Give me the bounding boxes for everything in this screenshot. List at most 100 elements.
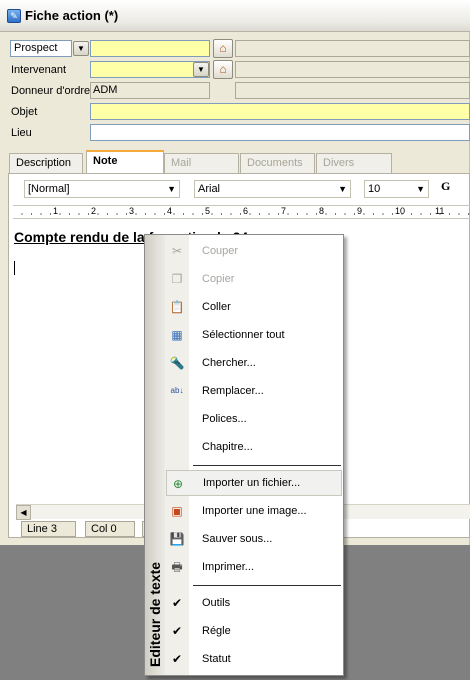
intervenant-field[interactable] bbox=[90, 61, 210, 78]
menu-item-outils[interactable]: ✔ Outils bbox=[166, 590, 342, 616]
status-line: Line 3 bbox=[21, 521, 76, 537]
select-all-icon: ▦ bbox=[171, 328, 183, 342]
menu-item-coller[interactable]: 📋 Coller bbox=[166, 294, 342, 320]
search-icon: 🔦 bbox=[169, 356, 185, 370]
prospect-select[interactable]: Prospect bbox=[10, 40, 72, 57]
menu-item-regle[interactable]: ✔ Régle bbox=[166, 618, 342, 644]
menu-separator bbox=[193, 585, 341, 586]
ruler-number: 11 bbox=[435, 206, 445, 216]
save-icon: 💾 bbox=[169, 532, 185, 546]
tab-divers-label: Divers bbox=[323, 157, 355, 169]
menu-item-remplacer[interactable]: ab↓ Remplacer... bbox=[166, 378, 342, 404]
tab-mail[interactable]: Mail bbox=[164, 153, 239, 173]
tab-note-label: Note bbox=[93, 155, 118, 167]
lieu-label: Lieu bbox=[11, 127, 32, 139]
paste-icon: 📋 bbox=[169, 300, 185, 314]
chevron-down-icon: ▼ bbox=[338, 184, 347, 194]
prospect-dropdown-button[interactable]: ▼ bbox=[73, 41, 89, 56]
prospect-home-icon[interactable]: ⌂ bbox=[213, 39, 233, 58]
status-col: Col 0 bbox=[85, 521, 135, 537]
menu-item-label: Copier bbox=[202, 273, 235, 285]
menu-item-polices[interactable]: Polices... bbox=[166, 406, 342, 432]
tab-description[interactable]: Description bbox=[9, 153, 83, 173]
app-icon: ✎ bbox=[7, 9, 21, 23]
prospect-detail-field bbox=[235, 40, 470, 57]
intervenant-home-icon[interactable]: ⌂ bbox=[213, 60, 233, 79]
bold-button[interactable]: G bbox=[441, 179, 450, 194]
tab-documents[interactable]: Documents bbox=[240, 153, 315, 173]
menu-item-label: Outils bbox=[202, 597, 231, 609]
menu-item-label: Remplacer... bbox=[202, 385, 264, 397]
menu-item-label: Couper bbox=[202, 245, 239, 257]
menu-item-chapitre[interactable]: Chapitre... bbox=[166, 434, 342, 460]
ruler-number: 10 bbox=[395, 206, 406, 216]
intervenant-dropdown-button[interactable]: ▼ bbox=[193, 62, 209, 77]
import-file-icon: ⊕ bbox=[172, 477, 184, 491]
ruler[interactable]: 1 2 3 4 5 6 7 8 9 10 11 bbox=[13, 205, 470, 219]
ruler-number: 8 bbox=[319, 206, 325, 216]
menu-item-imprimer[interactable]: 🖶 Imprimer... bbox=[166, 554, 342, 580]
menu-item-label: Polices... bbox=[202, 413, 247, 425]
donneur-detail-field bbox=[235, 82, 470, 99]
menu-sidebar: Editeur de texte bbox=[145, 235, 165, 675]
ruler-number: 6 bbox=[243, 206, 249, 216]
intervenant-detail-field bbox=[235, 61, 470, 78]
ruler-number: 9 bbox=[357, 206, 363, 216]
objet-label: Objet bbox=[11, 106, 38, 118]
menu-item-label: Imprimer... bbox=[202, 561, 254, 573]
donneur-value: ADM bbox=[93, 84, 118, 96]
style-select[interactable]: [Normal] ▼ bbox=[24, 180, 180, 198]
menu-item-label: Sélectionner tout bbox=[202, 329, 285, 341]
ruler-number: 3 bbox=[129, 206, 135, 216]
menu-item-label: Importer un fichier... bbox=[203, 477, 301, 489]
menu-item-label: Régle bbox=[202, 625, 231, 637]
menu-item-statut[interactable]: ✔ Statut bbox=[166, 646, 342, 672]
menu-item-label: Chapitre... bbox=[202, 441, 253, 453]
ruler-number: 2 bbox=[91, 206, 97, 216]
ruler-number: 5 bbox=[205, 206, 211, 216]
menu-item-label: Statut bbox=[202, 653, 231, 665]
menu-item-label: Chercher... bbox=[202, 357, 256, 369]
print-icon: 🖶 bbox=[171, 560, 183, 574]
donneur-label: Donneur d'ordre bbox=[11, 85, 91, 97]
context-menu: Editeur de texte ✂ Couper ❐ Copier 📋 Col… bbox=[144, 234, 344, 676]
menu-item-chercher[interactable]: 🔦 Chercher... bbox=[166, 350, 342, 376]
import-image-icon: ▣ bbox=[171, 504, 183, 518]
check-icon: ✔ bbox=[171, 596, 183, 610]
copy-icon: ❐ bbox=[171, 272, 183, 286]
font-select[interactable]: Arial ▼ bbox=[194, 180, 351, 198]
font-size-value: 10 bbox=[368, 183, 381, 195]
menu-item-label: Coller bbox=[202, 301, 231, 313]
tab-note[interactable]: Note bbox=[86, 150, 164, 174]
chevron-down-icon: ▼ bbox=[416, 184, 425, 194]
menu-item-importer-fichier[interactable]: ⊕ Importer un fichier... bbox=[166, 470, 342, 496]
tab-documents-label: Documents bbox=[247, 157, 303, 169]
menu-item-couper[interactable]: ✂ Couper bbox=[166, 238, 342, 264]
ruler-number: 1 bbox=[53, 206, 59, 216]
scissors-icon: ✂ bbox=[171, 244, 183, 258]
menu-item-sauver-sous[interactable]: 💾 Sauver sous... bbox=[166, 526, 342, 552]
lieu-field[interactable] bbox=[90, 124, 470, 141]
objet-field[interactable] bbox=[90, 103, 470, 120]
menu-item-label: Importer une image... bbox=[202, 505, 307, 517]
menu-item-label: Sauver sous... bbox=[202, 533, 273, 545]
tab-divers[interactable]: Divers bbox=[316, 153, 392, 173]
ruler-number: 4 bbox=[167, 206, 173, 216]
menu-separator bbox=[193, 465, 341, 466]
menu-item-copier[interactable]: ❐ Copier bbox=[166, 266, 342, 292]
scroll-left-icon[interactable]: ◀ bbox=[16, 505, 31, 520]
menu-item-importer-image[interactable]: ▣ Importer une image... bbox=[166, 498, 342, 524]
tab-description-label: Description bbox=[16, 157, 72, 169]
replace-icon: ab↓ bbox=[170, 386, 184, 395]
donneur-field: ADM bbox=[90, 82, 210, 99]
font-size-select[interactable]: 10 ▼ bbox=[364, 180, 429, 198]
menu-side-label: Editeur de texte bbox=[147, 561, 163, 667]
font-value: Arial bbox=[198, 183, 221, 195]
menu-item-selectionner-tout[interactable]: ▦ Sélectionner tout bbox=[166, 322, 342, 348]
text-caret bbox=[14, 261, 15, 275]
check-icon: ✔ bbox=[171, 652, 183, 666]
window-title: Fiche action (*) bbox=[25, 8, 119, 23]
chevron-down-icon: ▼ bbox=[167, 184, 176, 194]
prospect-label: Prospect bbox=[14, 42, 58, 54]
prospect-field[interactable] bbox=[90, 40, 210, 57]
